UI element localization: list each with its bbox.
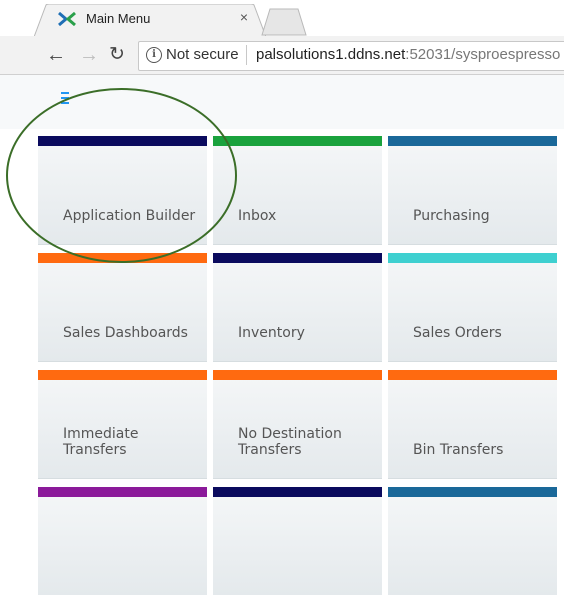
url-host: palsolutions1.ddns.net xyxy=(256,46,406,63)
tile-color-bar xyxy=(38,370,207,380)
tab-close-icon[interactable]: × xyxy=(235,8,253,26)
tile-color-bar xyxy=(213,370,382,380)
tile-color-bar xyxy=(213,253,382,263)
tile-color-bar xyxy=(388,487,557,497)
menu-tile[interactable]: Bin Transfers xyxy=(388,370,557,478)
tile-color-bar xyxy=(388,370,557,380)
menu-tile[interactable]: Immediate Transfers xyxy=(38,370,207,478)
menu-tile[interactable]: Sales Dashboards xyxy=(38,253,207,361)
tile-color-bar xyxy=(38,136,207,146)
menu-tile[interactable] xyxy=(213,487,382,595)
url-path: :52031/sysproespresso xyxy=(405,46,561,63)
info-icon[interactable]: i xyxy=(146,47,162,63)
tile-color-bar xyxy=(213,136,382,146)
menu-tile[interactable] xyxy=(38,487,207,595)
tile-label: Application Builder xyxy=(63,208,196,224)
back-arrow-icon[interactable]: ← xyxy=(45,44,67,66)
tile-color-bar xyxy=(388,136,557,146)
security-status[interactable]: Not secure xyxy=(166,46,239,63)
menu-tile[interactable]: Inventory xyxy=(213,253,382,361)
hamburger-icon[interactable] xyxy=(61,92,69,104)
new-tab-button[interactable] xyxy=(260,8,308,36)
tile-label: Purchasing xyxy=(413,208,490,224)
app-header xyxy=(0,75,564,129)
address-divider xyxy=(246,45,247,65)
forward-arrow-icon[interactable]: → xyxy=(78,44,100,66)
tile-label: Inbox xyxy=(238,208,277,224)
tile-label: No Destination Transfers xyxy=(238,426,342,458)
menu-tile[interactable]: Purchasing xyxy=(388,136,557,244)
tile-label: Sales Dashboards xyxy=(63,325,188,341)
app-favicon-icon xyxy=(58,12,76,26)
tile-label: Immediate Transfers xyxy=(63,426,139,458)
menu-tile[interactable]: Application Builder xyxy=(38,136,207,244)
tab-title: Main Menu xyxy=(86,11,151,26)
tile-label: Inventory xyxy=(238,325,305,341)
menu-tile[interactable] xyxy=(388,487,557,595)
menu-tile[interactable]: Inbox xyxy=(213,136,382,244)
menu-tile[interactable]: No Destination Transfers xyxy=(213,370,382,478)
tile-label: Bin Transfers xyxy=(413,442,504,458)
tile-color-bar xyxy=(388,253,557,263)
tile-color-bar xyxy=(213,487,382,497)
tile-color-bar xyxy=(38,487,207,497)
tile-color-bar xyxy=(38,253,207,263)
address-url[interactable]: palsolutions1.ddns.net:52031/sysproespre… xyxy=(256,46,560,63)
reload-icon[interactable]: ↻ xyxy=(106,44,128,66)
tile-label: Sales Orders xyxy=(413,325,502,341)
menu-tile[interactable]: Sales Orders xyxy=(388,253,557,361)
